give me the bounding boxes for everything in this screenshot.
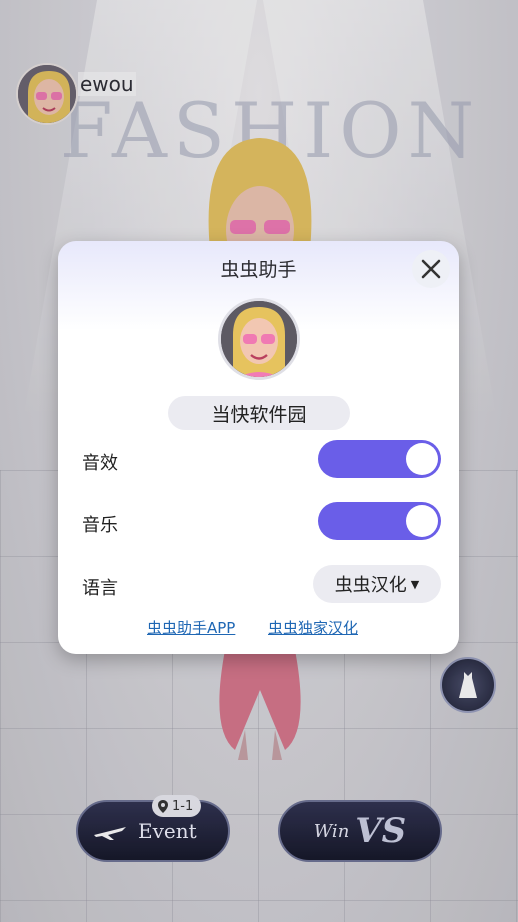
language-select[interactable]: 虫虫汉化 ▼ (313, 565, 441, 603)
assistant-dialog: 虫虫助手 当快软件园 音效 音乐 语言 虫虫汉化 ▼ 虫虫助手APP 虫虫独家汉… (58, 241, 459, 654)
language-label: 语言 (82, 578, 118, 599)
close-icon (421, 259, 441, 279)
exclusive-localization-link[interactable]: 虫虫独家汉化 (268, 617, 358, 638)
profile-avatar (218, 298, 300, 380)
dialog-title: 虫虫助手 (220, 259, 297, 281)
avatar-portrait (221, 301, 297, 377)
music-toggle[interactable] (318, 502, 441, 540)
toggle-knob (406, 505, 438, 537)
close-button[interactable] (412, 250, 450, 288)
username-pill: 当快软件园 (168, 396, 350, 430)
sound-effects-label: 音效 (82, 453, 118, 474)
sound-effects-toggle[interactable] (318, 440, 441, 478)
language-value: 虫虫汉化 (334, 575, 407, 596)
toggle-knob (406, 443, 438, 475)
caret-down-icon: ▼ (410, 577, 420, 591)
music-label: 音乐 (82, 515, 118, 536)
assistant-app-link[interactable]: 虫虫助手APP (147, 617, 235, 638)
